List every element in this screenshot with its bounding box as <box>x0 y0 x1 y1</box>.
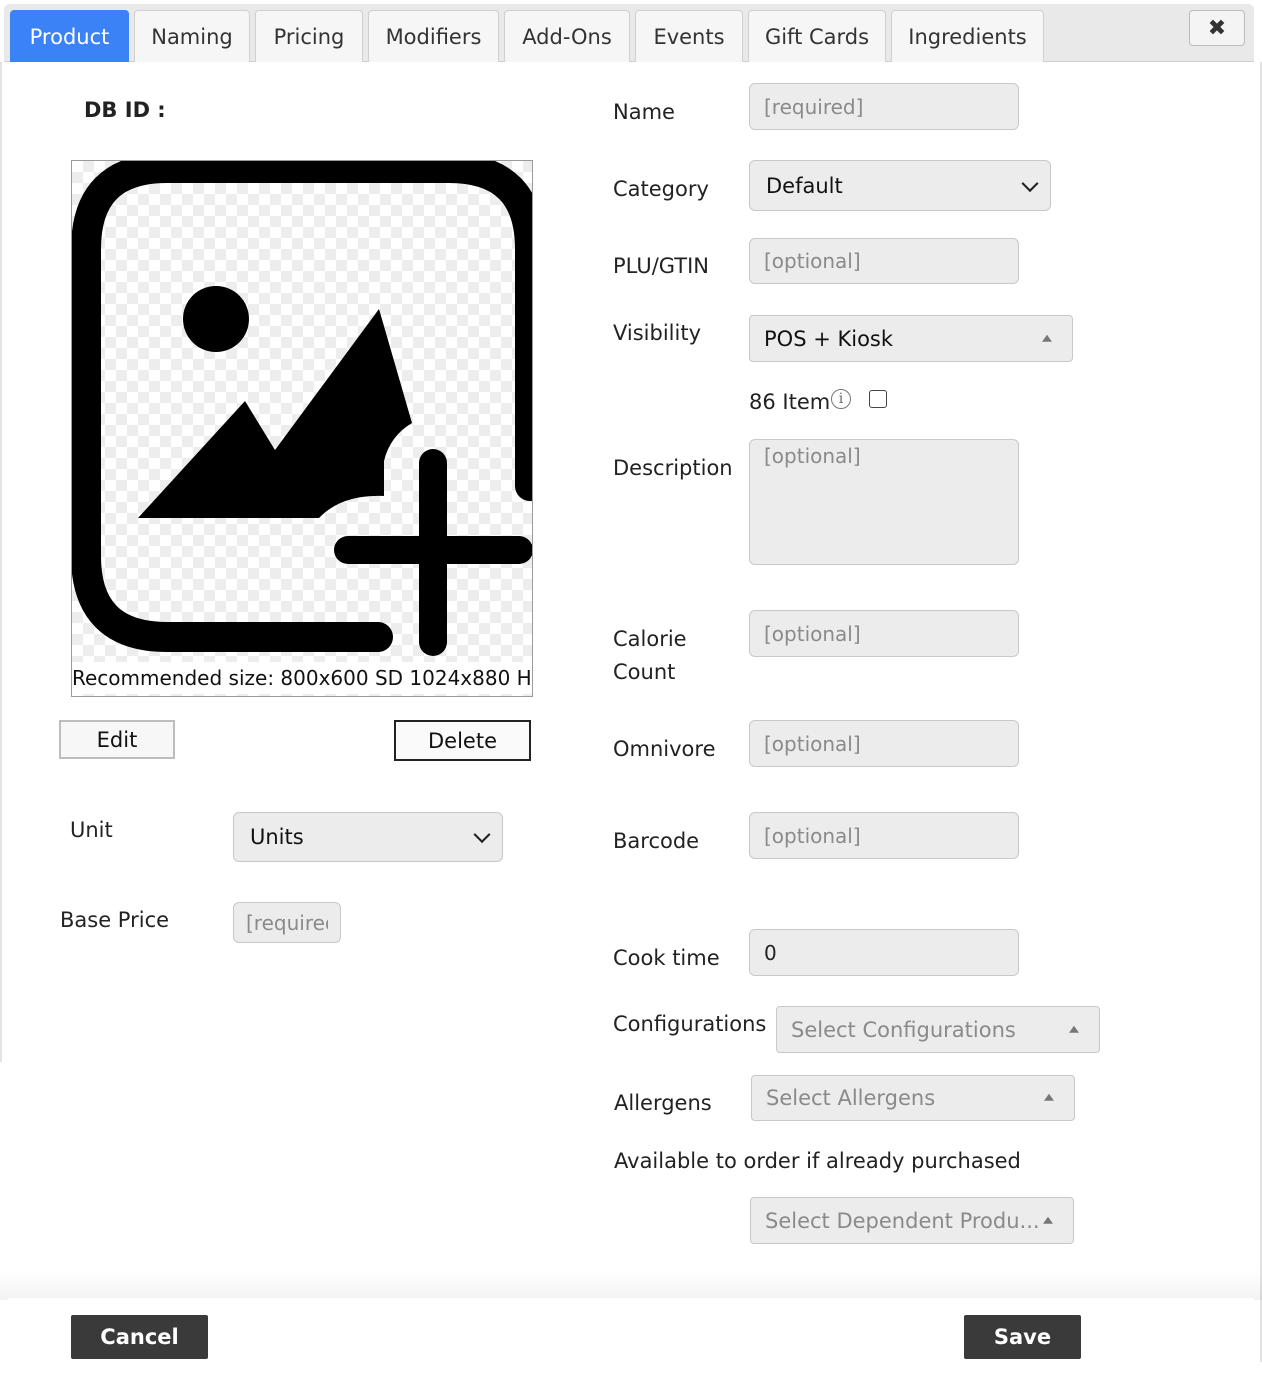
86-item-checkbox[interactable] <box>869 390 887 408</box>
category-label: Category <box>613 177 709 201</box>
product-editor-dialog: Product Naming Pricing Modifiers Add-Ons… <box>0 0 1262 1385</box>
caret-up-icon <box>1042 334 1052 342</box>
configurations-placeholder: Select Configurations <box>791 1017 1016 1042</box>
info-icon-glyph: i <box>838 391 844 407</box>
tab-bar: Product Naming Pricing Modifiers Add-Ons… <box>4 4 1254 62</box>
info-icon[interactable]: i <box>831 389 851 409</box>
db-id-label: DB ID : <box>84 98 166 122</box>
tab-naming[interactable]: Naming <box>134 10 250 62</box>
dependent-products-multiselect[interactable]: Select Dependent Produ... <box>750 1197 1074 1244</box>
available-if-purchased-label: Available to order if already purchased <box>614 1149 1021 1173</box>
configurations-multiselect[interactable]: Select Configurations <box>776 1006 1100 1053</box>
plu-gtin-label: PLU/GTIN <box>613 254 710 278</box>
category-select-value: Default <box>766 173 843 198</box>
86-item-label: 86 Item <box>749 390 831 414</box>
footer-shadow <box>0 1270 1262 1300</box>
base-price-label: Base Price <box>60 908 170 932</box>
unit-select-value: Units <box>250 825 304 849</box>
barcode-label: Barcode <box>613 829 700 853</box>
tab-gift-cards[interactable]: Gift Cards <box>748 10 886 62</box>
visibility-value: POS + Kiosk <box>764 326 894 351</box>
dependent-products-placeholder: Select Dependent Produ... <box>765 1208 1040 1233</box>
tab-modifiers[interactable]: Modifiers <box>368 10 499 62</box>
delete-image-button[interactable]: Delete <box>394 720 531 761</box>
cancel-button[interactable]: Cancel <box>71 1315 208 1359</box>
category-select[interactable]: Default <box>749 160 1051 211</box>
allergens-placeholder: Select Allergens <box>766 1086 936 1110</box>
add-image-icon <box>72 161 532 656</box>
plu-gtin-input[interactable] <box>749 238 1019 284</box>
unit-select[interactable]: Units <box>233 812 503 862</box>
caret-up-icon <box>1044 1093 1054 1101</box>
description-textarea[interactable] <box>749 439 1019 565</box>
recommended-size-text: Recommended size: 800x600 SD 1024x880 HD <box>72 662 532 694</box>
tab-ingredients[interactable]: Ingredients <box>891 10 1044 62</box>
configurations-label: Configurations <box>613 1012 767 1036</box>
tab-events[interactable]: Events <box>635 10 743 62</box>
chevron-down-icon <box>473 826 491 844</box>
name-label: Name <box>613 100 675 124</box>
tab-pricing[interactable]: Pricing <box>255 10 363 62</box>
calorie-count-input[interactable] <box>749 610 1019 657</box>
allergens-label: Allergens <box>614 1091 712 1115</box>
edit-image-button[interactable]: Edit <box>59 720 175 759</box>
close-button[interactable]: ✖ <box>1189 10 1245 46</box>
cook-time-input[interactable] <box>749 929 1019 976</box>
close-icon: ✖ <box>1207 15 1227 41</box>
product-image-dropzone[interactable]: Recommended size: 800x600 SD 1024x880 HD <box>71 160 533 697</box>
caret-up-icon <box>1069 1025 1079 1033</box>
tab-add-ons[interactable]: Add-Ons <box>504 10 630 62</box>
name-input[interactable] <box>749 83 1019 130</box>
calorie-count-label-line1: Calorie <box>613 627 687 651</box>
omnivore-input[interactable] <box>749 720 1019 767</box>
cook-time-label: Cook time <box>613 946 720 970</box>
allergens-multiselect[interactable]: Select Allergens <box>751 1075 1075 1121</box>
caret-up-icon <box>1043 1216 1053 1224</box>
omnivore-label: Omnivore <box>613 737 716 761</box>
tab-product[interactable]: Product <box>10 10 129 62</box>
calorie-count-label-line2: Count <box>613 660 676 684</box>
barcode-input[interactable] <box>749 812 1019 859</box>
base-price-input[interactable] <box>233 902 341 943</box>
unit-label: Unit <box>70 818 113 842</box>
dialog-left-border <box>0 62 2 1062</box>
visibility-label: Visibility <box>613 321 702 345</box>
save-button[interactable]: Save <box>964 1315 1081 1359</box>
chevron-down-icon <box>1021 174 1039 192</box>
description-label: Description <box>613 456 733 480</box>
visibility-multiselect[interactable]: POS + Kiosk <box>749 315 1073 362</box>
